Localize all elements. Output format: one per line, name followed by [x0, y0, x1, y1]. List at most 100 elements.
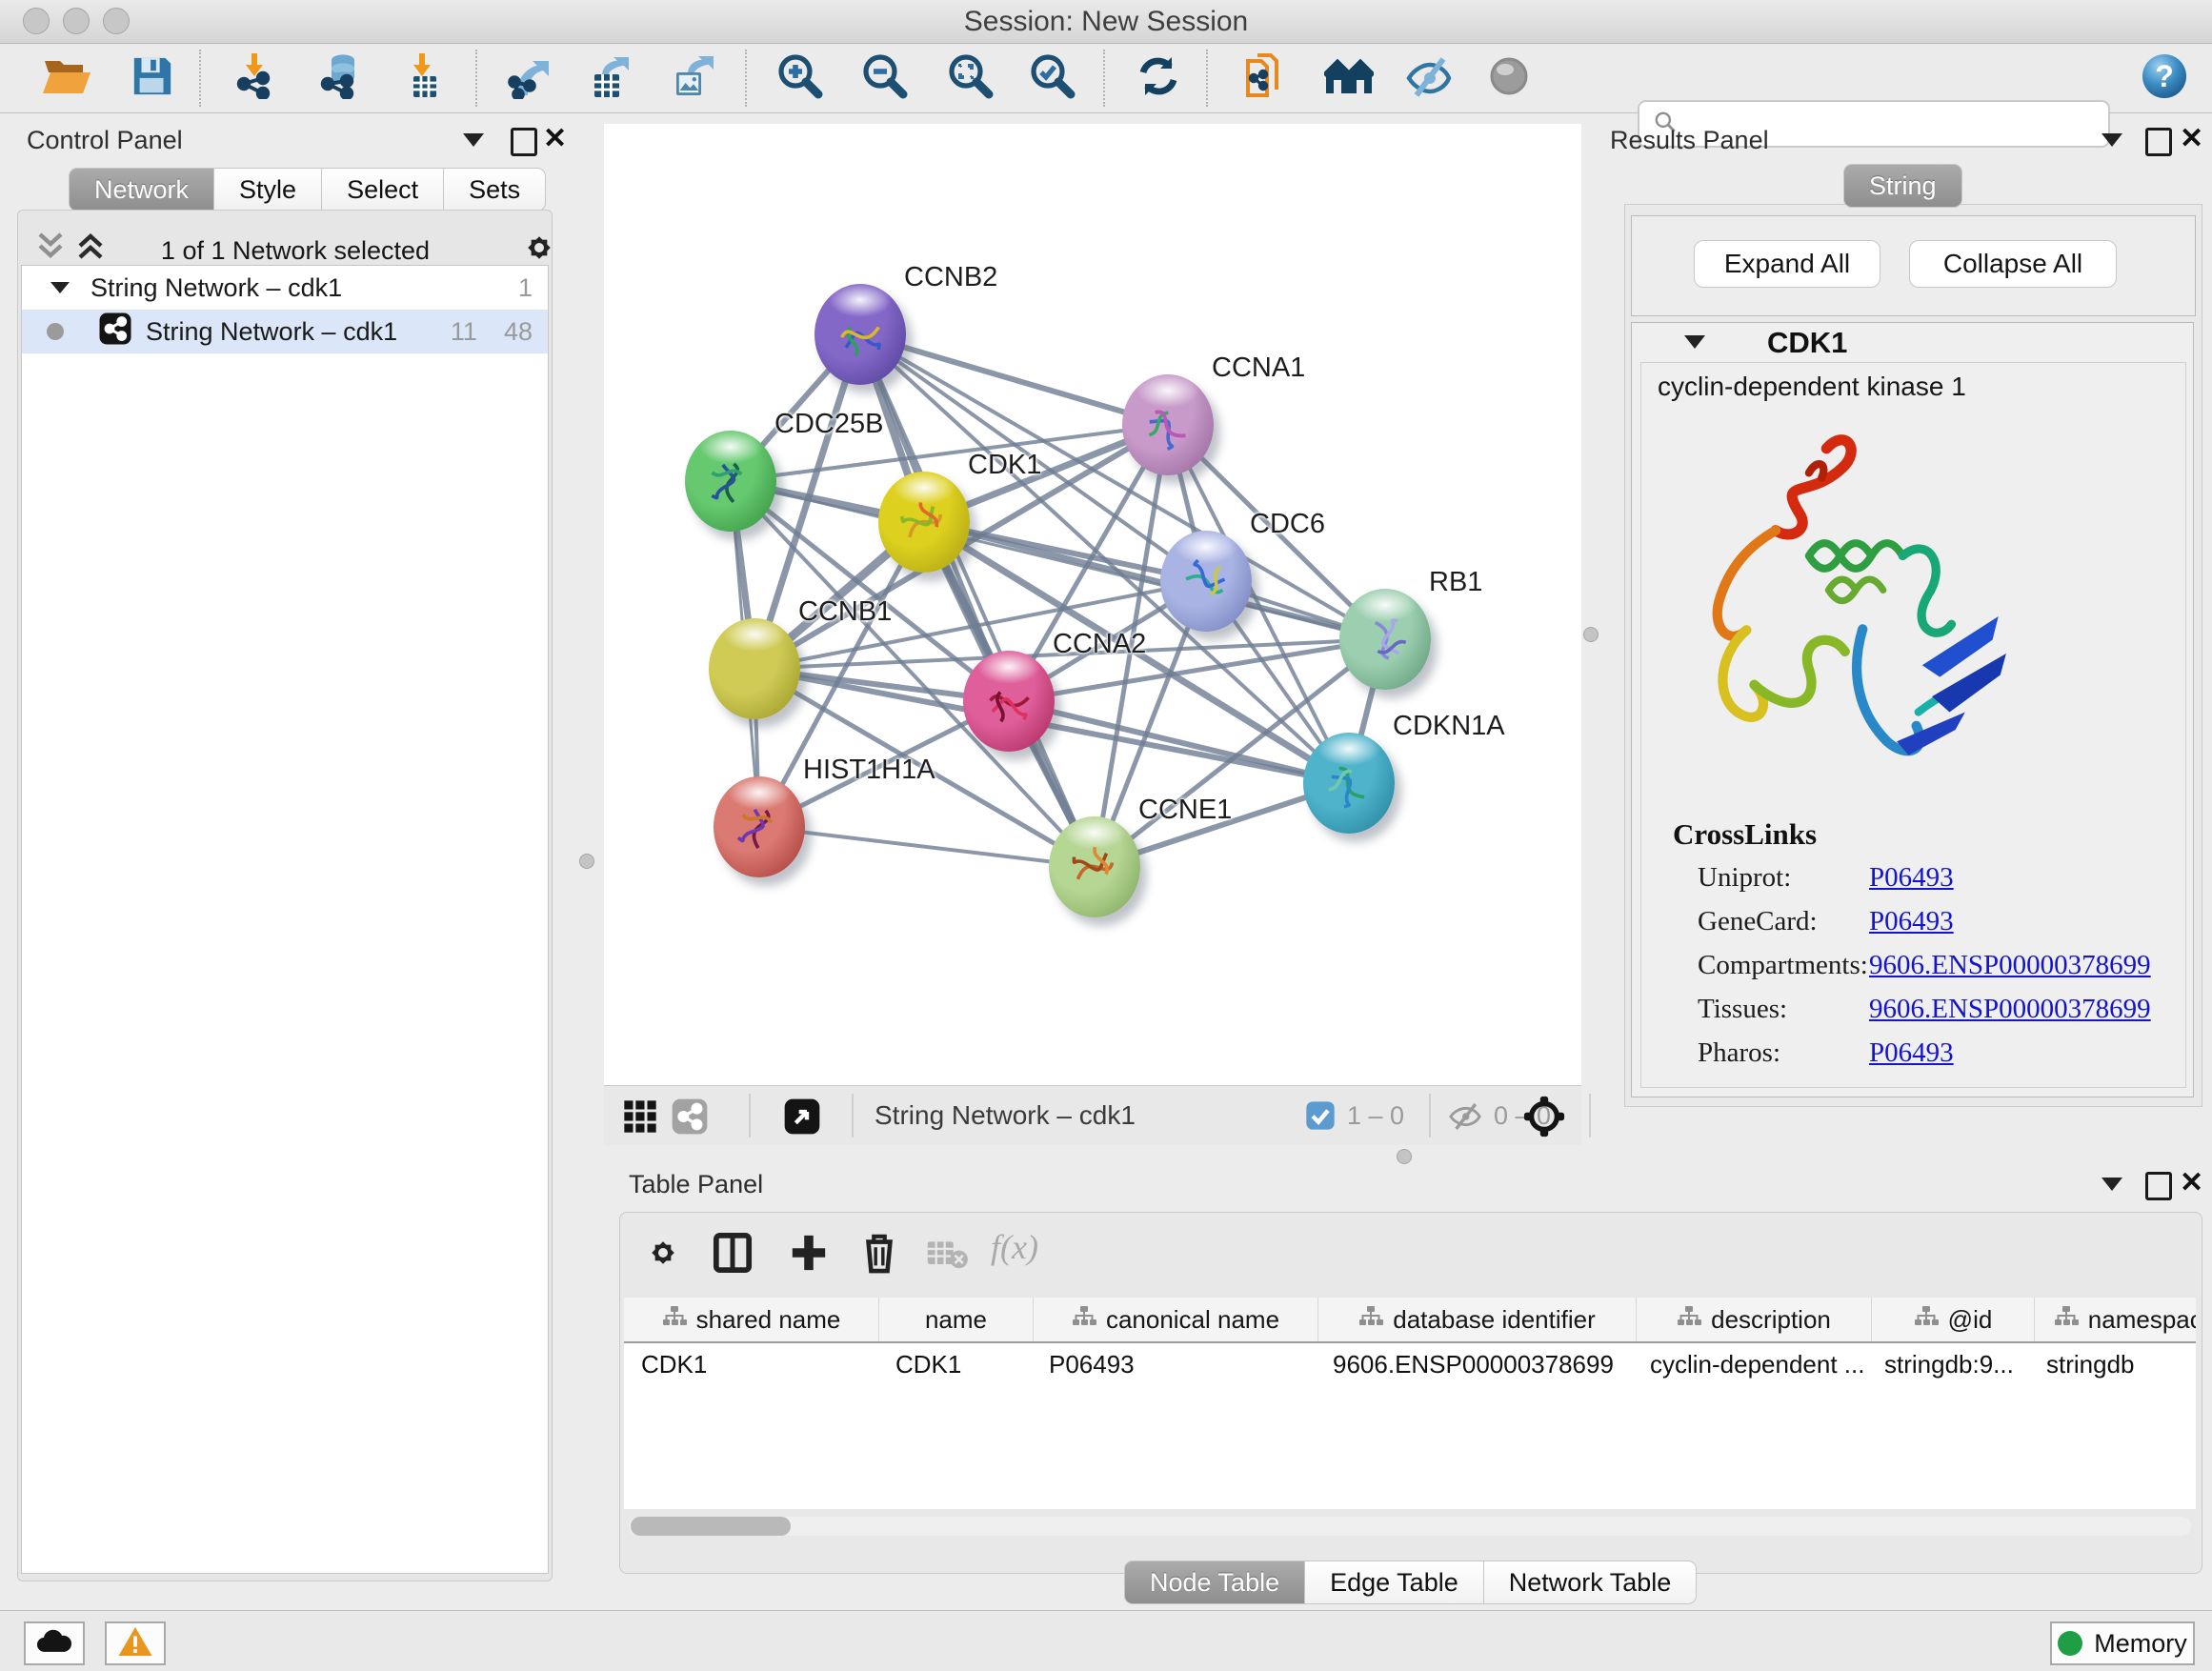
sitemap-icon — [662, 1305, 687, 1335]
vertical-splitter-handle[interactable] — [1583, 627, 1599, 642]
table-gear-icon[interactable] — [644, 1234, 682, 1277]
collection-expand-caret[interactable] — [50, 282, 70, 293]
node-CCNA1[interactable] — [1122, 374, 1214, 475]
results-panel-float-button[interactable] — [2145, 128, 2172, 156]
edge-CCNB2-CCNE1[interactable] — [860, 334, 1095, 867]
entry-expand-caret[interactable] — [1684, 335, 1705, 349]
crosslink-link[interactable]: 9606.ENSP00000378699 — [1869, 950, 2151, 981]
import-network-file-button[interactable] — [231, 53, 284, 103]
hidden-eye-icon[interactable] — [1448, 1101, 1482, 1137]
import-network-database-button[interactable] — [314, 53, 368, 103]
new-network-from-file-button[interactable] — [1238, 53, 1292, 103]
expand-all-button[interactable]: Expand All — [1694, 240, 1880, 288]
results-panel-menu-caret[interactable] — [2101, 133, 2122, 147]
column-header-shared-name[interactable]: shared name — [624, 1298, 879, 1341]
network-row-selected[interactable]: String Network – cdk1 11 48 — [22, 310, 548, 353]
detach-view-icon[interactable] — [783, 1097, 821, 1140]
collapse-all-networks-icon[interactable] — [34, 231, 67, 266]
control-panel-float-button[interactable] — [511, 128, 537, 156]
crosslink-link[interactable]: P06493 — [1869, 906, 1954, 937]
crosslink-link[interactable]: P06493 — [1869, 862, 1954, 894]
tab-network[interactable]: Network — [69, 168, 214, 211]
node-CCNB1[interactable] — [709, 618, 800, 719]
table-cell[interactable]: CDK1 — [624, 1343, 878, 1385]
table-cell[interactable]: CDK1 — [878, 1343, 1032, 1385]
control-panel-menu-caret[interactable] — [463, 133, 484, 147]
tab-node-table[interactable]: Node Table — [1124, 1560, 1305, 1604]
node-HIST1H1A[interactable] — [714, 776, 805, 877]
expand-all-networks-icon[interactable] — [74, 231, 107, 266]
zoom-fit-button[interactable] — [944, 53, 997, 103]
edge-CCNB2-CCNA1[interactable] — [860, 334, 1168, 425]
collapse-all-button[interactable]: Collapse All — [1909, 240, 2117, 288]
save-session-button[interactable] — [126, 53, 179, 103]
hide-selected-button[interactable] — [1402, 53, 1456, 103]
table-cell[interactable]: cyclin-dependent ... — [1633, 1343, 1867, 1385]
network-canvas[interactable]: CCNB2CCNA1CDC25BCDK1CDC6RB1CCNB1CCNA2CDK… — [604, 124, 1581, 1085]
birdseye-view-icon[interactable] — [1522, 1095, 1566, 1143]
export-network-button[interactable] — [503, 53, 556, 103]
column-header-namespace[interactable]: namespace — [2035, 1298, 2196, 1341]
memory-button[interactable]: Memory — [2050, 1621, 2195, 1665]
table-cell[interactable]: stringdb — [2029, 1343, 2196, 1385]
column-header-database-identifier[interactable]: database identifier — [1318, 1298, 1637, 1341]
show-columns-icon[interactable] — [713, 1232, 753, 1278]
table-panel-float-button[interactable] — [2145, 1172, 2172, 1200]
network-view-icon[interactable] — [671, 1097, 709, 1140]
cloud-button[interactable] — [24, 1621, 85, 1665]
node-CDC25B[interactable] — [685, 431, 776, 532]
table-cell[interactable]: stringdb:9... — [1867, 1343, 2029, 1385]
results-panel-close-button[interactable]: ✕ — [2180, 127, 2203, 151]
selected-checkbox[interactable] — [1305, 1100, 1336, 1136]
export-image-button[interactable] — [667, 53, 720, 103]
horizontal-scrollbar-track[interactable] — [629, 1517, 2191, 1536]
edge-CCNE1-HIST1H1A[interactable] — [759, 827, 1095, 867]
node-RB1[interactable] — [1339, 589, 1431, 690]
refresh-button[interactable] — [1132, 53, 1185, 103]
zoom-in-button[interactable] — [774, 53, 827, 103]
crosslink-row: GeneCard:P06493 — [1698, 899, 2183, 943]
network-collection-row[interactable]: String Network – cdk1 1 — [22, 266, 548, 310]
tab-select[interactable]: Select — [321, 168, 444, 211]
node-CCNA2[interactable] — [963, 651, 1055, 752]
node-CDC6[interactable] — [1160, 531, 1252, 632]
import-table-file-button[interactable] — [398, 53, 452, 103]
export-table-button[interactable] — [585, 53, 638, 103]
crosslink-link[interactable]: 9606.ENSP00000378699 — [1869, 994, 2151, 1025]
control-panel-close-button[interactable]: ✕ — [543, 127, 567, 151]
open-session-button[interactable] — [40, 53, 93, 103]
vertical-splitter-handle[interactable] — [579, 854, 594, 869]
add-column-icon[interactable] — [789, 1232, 829, 1278]
horizontal-scrollbar-thumb[interactable] — [631, 1517, 791, 1536]
tab-style[interactable]: Style — [213, 168, 322, 211]
node-CDK1[interactable] — [878, 472, 970, 573]
delete-column-icon[interactable] — [859, 1231, 899, 1279]
help-button[interactable]: ? — [2138, 53, 2191, 103]
tab-sets[interactable]: Sets — [443, 168, 546, 211]
show-all-button[interactable] — [1482, 53, 1536, 103]
first-neighbors-button[interactable] — [1322, 53, 1376, 103]
control-panel-title: Control Panel — [27, 126, 183, 155]
table-cell[interactable]: P06493 — [1032, 1343, 1316, 1385]
tab-network-table[interactable]: Network Table — [1483, 1560, 1698, 1604]
tab-string[interactable]: String — [1843, 164, 1962, 208]
warnings-button[interactable] — [105, 1621, 166, 1665]
table-panel-menu-caret[interactable] — [2101, 1178, 2122, 1191]
node-CCNB2[interactable] — [814, 284, 906, 385]
gray-eye-icon — [1486, 53, 1532, 104]
table-row[interactable]: CDK1CDK1P064939606.ENSP00000378699cyclin… — [624, 1343, 2196, 1385]
table-cell[interactable]: 9606.ENSP00000378699 — [1316, 1343, 1633, 1385]
table-panel-close-button[interactable]: ✕ — [2180, 1171, 2203, 1196]
tab-edge-table[interactable]: Edge Table — [1304, 1560, 1484, 1604]
node-CDKN1A[interactable] — [1303, 733, 1395, 834]
column-header-name[interactable]: name — [879, 1298, 1034, 1341]
column-header-canonical-name[interactable]: canonical name — [1034, 1298, 1318, 1341]
zoom-out-button[interactable] — [858, 53, 912, 103]
horizontal-splitter-handle[interactable] — [1397, 1149, 1412, 1164]
crosslink-link[interactable]: P06493 — [1869, 1037, 1954, 1069]
zoom-selected-button[interactable] — [1026, 53, 1079, 103]
grid-view-icon[interactable] — [621, 1097, 659, 1140]
column-header--id[interactable]: @id — [1872, 1298, 2035, 1341]
column-header-description[interactable]: description — [1637, 1298, 1872, 1341]
node-CCNE1[interactable] — [1049, 816, 1140, 917]
